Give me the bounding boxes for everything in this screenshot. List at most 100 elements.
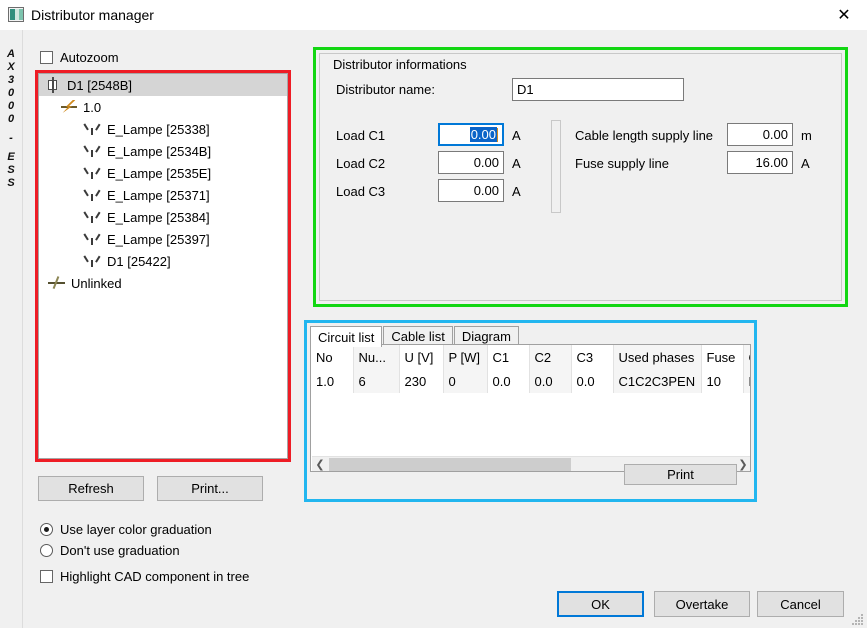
tree-item-lamp[interactable]: E_Lampe [2535E] [39, 162, 287, 184]
distributor-name-input[interactable]: D1 [512, 78, 684, 101]
scroll-right-icon[interactable]: ❯ [735, 457, 750, 471]
refresh-button[interactable]: Refresh [38, 476, 144, 501]
table: No Nu... U [V] P [W] C1 C2 C3 Used phase… [311, 345, 750, 393]
tree-item-unlinked[interactable]: Unlinked [39, 272, 287, 294]
lamp-icon [83, 230, 103, 248]
column-header-voltage[interactable]: U [V] [399, 345, 444, 369]
strip-char: E [7, 151, 15, 163]
radio-icon[interactable] [40, 523, 53, 536]
strip-char: X [7, 61, 15, 73]
highlight-cad-label: Highlight CAD component in tree [60, 569, 250, 584]
tree-item-lamp[interactable]: E_Lampe [25338] [39, 118, 287, 140]
panel-separator [551, 120, 561, 213]
overtake-button[interactable]: Overtake [654, 591, 750, 617]
load-c1-input[interactable]: 0.00 [438, 123, 504, 146]
group-title: Distributor informations [329, 57, 471, 72]
tree-item-label: E_Lampe [2535E] [107, 165, 212, 181]
load-c2-label: Load C2 [336, 156, 386, 171]
column-header-fuse[interactable]: Fuse [701, 345, 744, 369]
highlight-cad-checkbox[interactable]: Highlight CAD component in tree [40, 569, 249, 584]
print-table-button[interactable]: Print [624, 464, 737, 485]
tree-item-lamp[interactable]: E_Lampe [25397] [39, 228, 287, 250]
load-c3-label: Load C3 [336, 184, 386, 199]
column-header-c2[interactable]: C2 [529, 345, 572, 369]
column-header-c1[interactable]: C1 [487, 345, 530, 369]
distributor-name-label: Distributor name: [336, 82, 435, 97]
tree-item-lamp[interactable]: E_Lampe [25384] [39, 206, 287, 228]
lamp-icon [83, 186, 103, 204]
tree-item-circuit[interactable]: 1.0 [39, 96, 287, 118]
cell-power[interactable]: 0 [443, 369, 488, 393]
tree-item-label: E_Lampe [25371] [107, 187, 210, 203]
graduation-radio-group: Use layer color graduation Don't use gra… [40, 519, 212, 561]
tab-bar: Circuit list Cable list Diagram [310, 326, 520, 347]
scroll-left-icon[interactable]: ❮ [312, 457, 328, 471]
cancel-button[interactable]: Cancel [757, 591, 844, 617]
load-c1-unit: A [512, 128, 521, 143]
cell-c2[interactable]: 0.0 [529, 369, 572, 393]
cell-c3[interactable]: 0.0 [571, 369, 614, 393]
table-row[interactable]: 1.0 6 230 0 0.0 0.0 0.0 C1C2C3PEN 10 H05… [311, 369, 750, 393]
print-tree-button[interactable]: Print... [157, 476, 263, 501]
tab-circuit-list[interactable]: Circuit list [310, 326, 383, 347]
radio-use-layer-color-graduation[interactable]: Use layer color graduation [40, 519, 212, 540]
column-header-c3[interactable]: C3 [571, 345, 614, 369]
load-c3-input[interactable]: 0.00 [438, 179, 504, 202]
tree-item-label: E_Lampe [25338] [107, 121, 210, 137]
autozoom-label: Autozoom [60, 50, 119, 65]
tree-item-label: Unlinked [71, 275, 122, 291]
radio-label: Don't use graduation [60, 543, 180, 558]
load-c1-value: 0.00 [469, 127, 497, 142]
radio-label: Use layer color graduation [60, 522, 212, 537]
autozoom-checkbox[interactable]: Autozoom [40, 50, 119, 65]
column-header-used-phases[interactable]: Used phases [613, 345, 702, 369]
tree-item-lamp[interactable]: E_Lampe [25371] [39, 184, 287, 206]
tab-cable-list[interactable]: Cable list [383, 326, 453, 345]
checkbox-icon[interactable] [40, 51, 53, 64]
lamp-icon [83, 120, 103, 138]
cell-voltage[interactable]: 230 [399, 369, 444, 393]
load-c2-input[interactable]: 0.00 [438, 151, 504, 174]
circuit-list-table[interactable]: No Nu... U [V] P [W] C1 C2 C3 Used phase… [310, 344, 751, 472]
tree-item-lamp[interactable]: D1 [25422] [39, 250, 287, 272]
distributor-icon [43, 76, 63, 94]
fuse-supply-input[interactable]: 16.00 [727, 151, 793, 174]
tree-item-label: 1.0 [83, 99, 102, 115]
radio-icon[interactable] [40, 544, 53, 557]
strip-char: 3 [7, 74, 15, 86]
strip-char: A [7, 48, 15, 60]
load-c2-unit: A [512, 156, 521, 171]
strip-char: - [9, 132, 13, 144]
cell-number[interactable]: 6 [353, 369, 400, 393]
scrollbar-thumb[interactable] [329, 458, 571, 471]
cell-fuse[interactable]: 10 [701, 369, 744, 393]
tree-item-label: E_Lampe [25397] [107, 231, 210, 247]
cell-used-phases[interactable]: C1C2C3PEN [613, 369, 702, 393]
text-cursor [497, 127, 498, 142]
lamp-icon [83, 252, 103, 270]
radio-dont-use-graduation[interactable]: Don't use graduation [40, 540, 212, 561]
column-header-no[interactable]: No [311, 345, 354, 369]
circuit-icon [59, 98, 79, 116]
tree-item-distributor[interactable]: D1 [2548B] [39, 74, 287, 96]
ok-button[interactable]: OK [557, 591, 644, 617]
strip-char: S [7, 177, 15, 189]
tab-diagram[interactable]: Diagram [453, 326, 519, 345]
cable-length-input[interactable]: 0.00 [727, 123, 793, 146]
strip-char: S [7, 164, 15, 176]
distributor-tree[interactable]: D1 [2548B] 1.0 E_Lampe [25338] E_Lampe [… [38, 73, 288, 459]
column-header-power[interactable]: P [W] [443, 345, 488, 369]
close-icon[interactable]: ✕ [821, 0, 867, 30]
column-header-cable[interactable]: Cable [743, 345, 750, 369]
cell-no[interactable]: 1.0 [311, 369, 354, 393]
cell-c1[interactable]: 0.0 [487, 369, 530, 393]
checkbox-icon[interactable] [40, 570, 53, 583]
tree-item-label: E_Lampe [25384] [107, 209, 210, 225]
resize-grip-icon[interactable] [852, 614, 864, 626]
tree-item-label: E_Lampe [2534B] [107, 143, 212, 159]
tree-item-lamp[interactable]: E_Lampe [2534B] [39, 140, 287, 162]
column-header-number[interactable]: Nu... [353, 345, 400, 369]
strip-char: 0 [7, 87, 15, 99]
cell-cable[interactable]: H05V· [743, 369, 750, 393]
application-window-icon [8, 7, 24, 22]
